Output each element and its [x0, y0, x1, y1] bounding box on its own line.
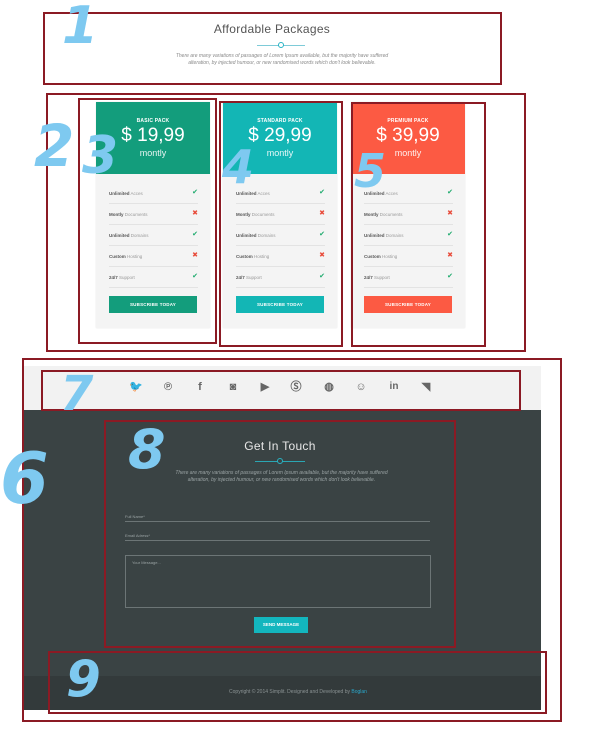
annotation-number-2: 2: [34, 112, 75, 180]
annotation-number-7: 7: [60, 366, 94, 422]
annotation-box-5: [351, 102, 486, 347]
annotation-box-4: [219, 101, 343, 347]
annotation-box-1: [43, 12, 502, 85]
annotation-number-9: 9: [66, 650, 101, 708]
annotation-number-8: 8: [128, 418, 166, 481]
annotation-box-7: [41, 370, 521, 411]
annotation-number-4: 4: [222, 140, 255, 194]
annotation-box-9: [48, 651, 547, 714]
annotation-number-6: 6: [0, 438, 49, 520]
annotation-number-1: 1: [62, 0, 99, 56]
annotation-number-5: 5: [354, 144, 387, 198]
annotation-number-3: 3: [82, 126, 119, 186]
